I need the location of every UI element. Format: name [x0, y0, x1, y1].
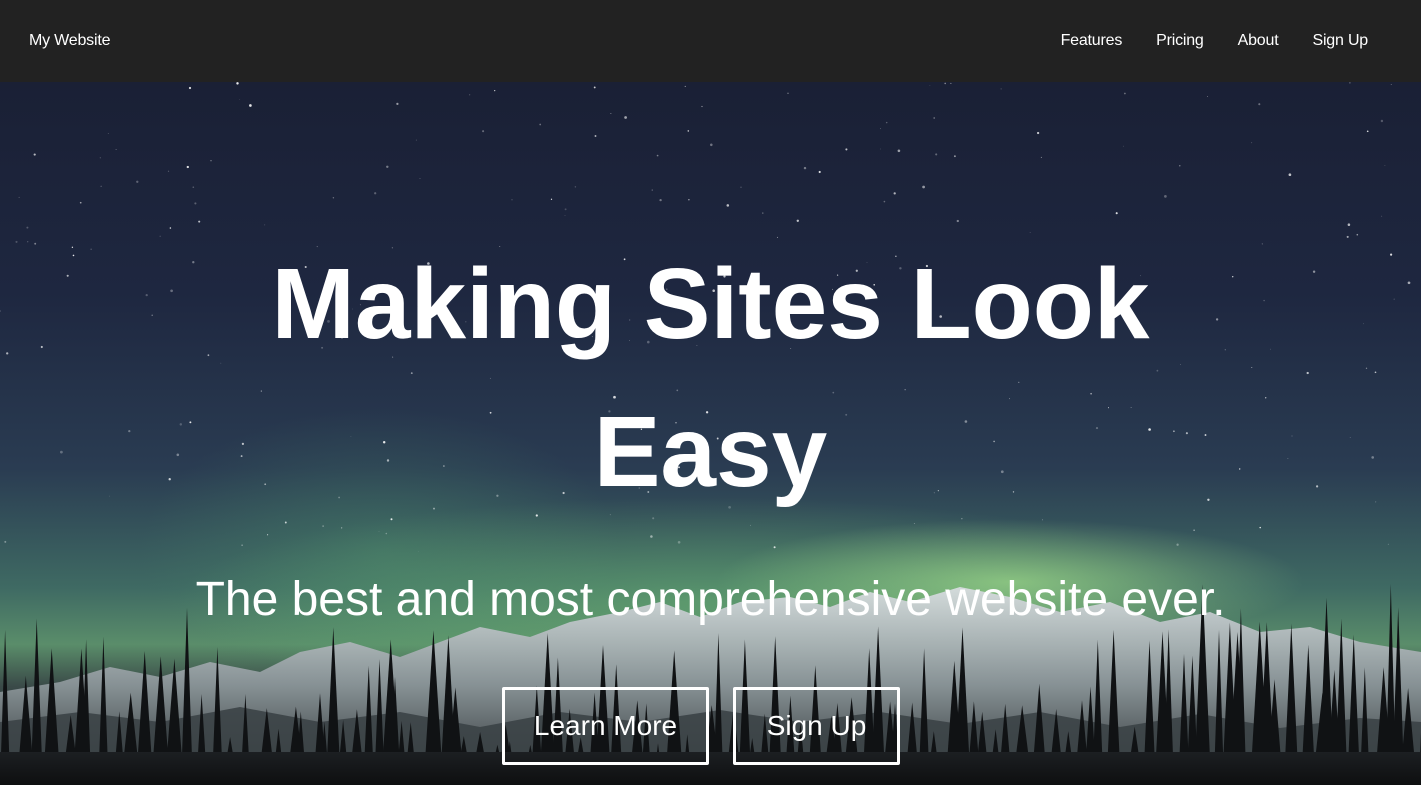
hero-section: Making Sites Look Easy The best and most…: [0, 82, 1421, 785]
sign-up-button[interactable]: Sign Up: [733, 687, 900, 765]
hero-title: Making Sites Look Easy: [271, 248, 1150, 508]
nav-links: Features Pricing About Sign Up: [1027, 32, 1369, 50]
nav-link-pricing[interactable]: Pricing: [1156, 32, 1204, 50]
nav-link-features[interactable]: Features: [1061, 32, 1123, 50]
nav-link-about[interactable]: About: [1238, 32, 1279, 50]
learn-more-button[interactable]: Learn More: [502, 687, 709, 765]
brand-link[interactable]: My Website: [29, 32, 110, 50]
hero-subtitle: The best and most comprehensive website …: [195, 573, 1226, 626]
top-navbar: My Website Features Pricing About Sign U…: [0, 0, 1421, 82]
nav-link-sign-up[interactable]: Sign Up: [1312, 32, 1368, 50]
hero-content: Making Sites Look Easy The best and most…: [0, 82, 1421, 785]
